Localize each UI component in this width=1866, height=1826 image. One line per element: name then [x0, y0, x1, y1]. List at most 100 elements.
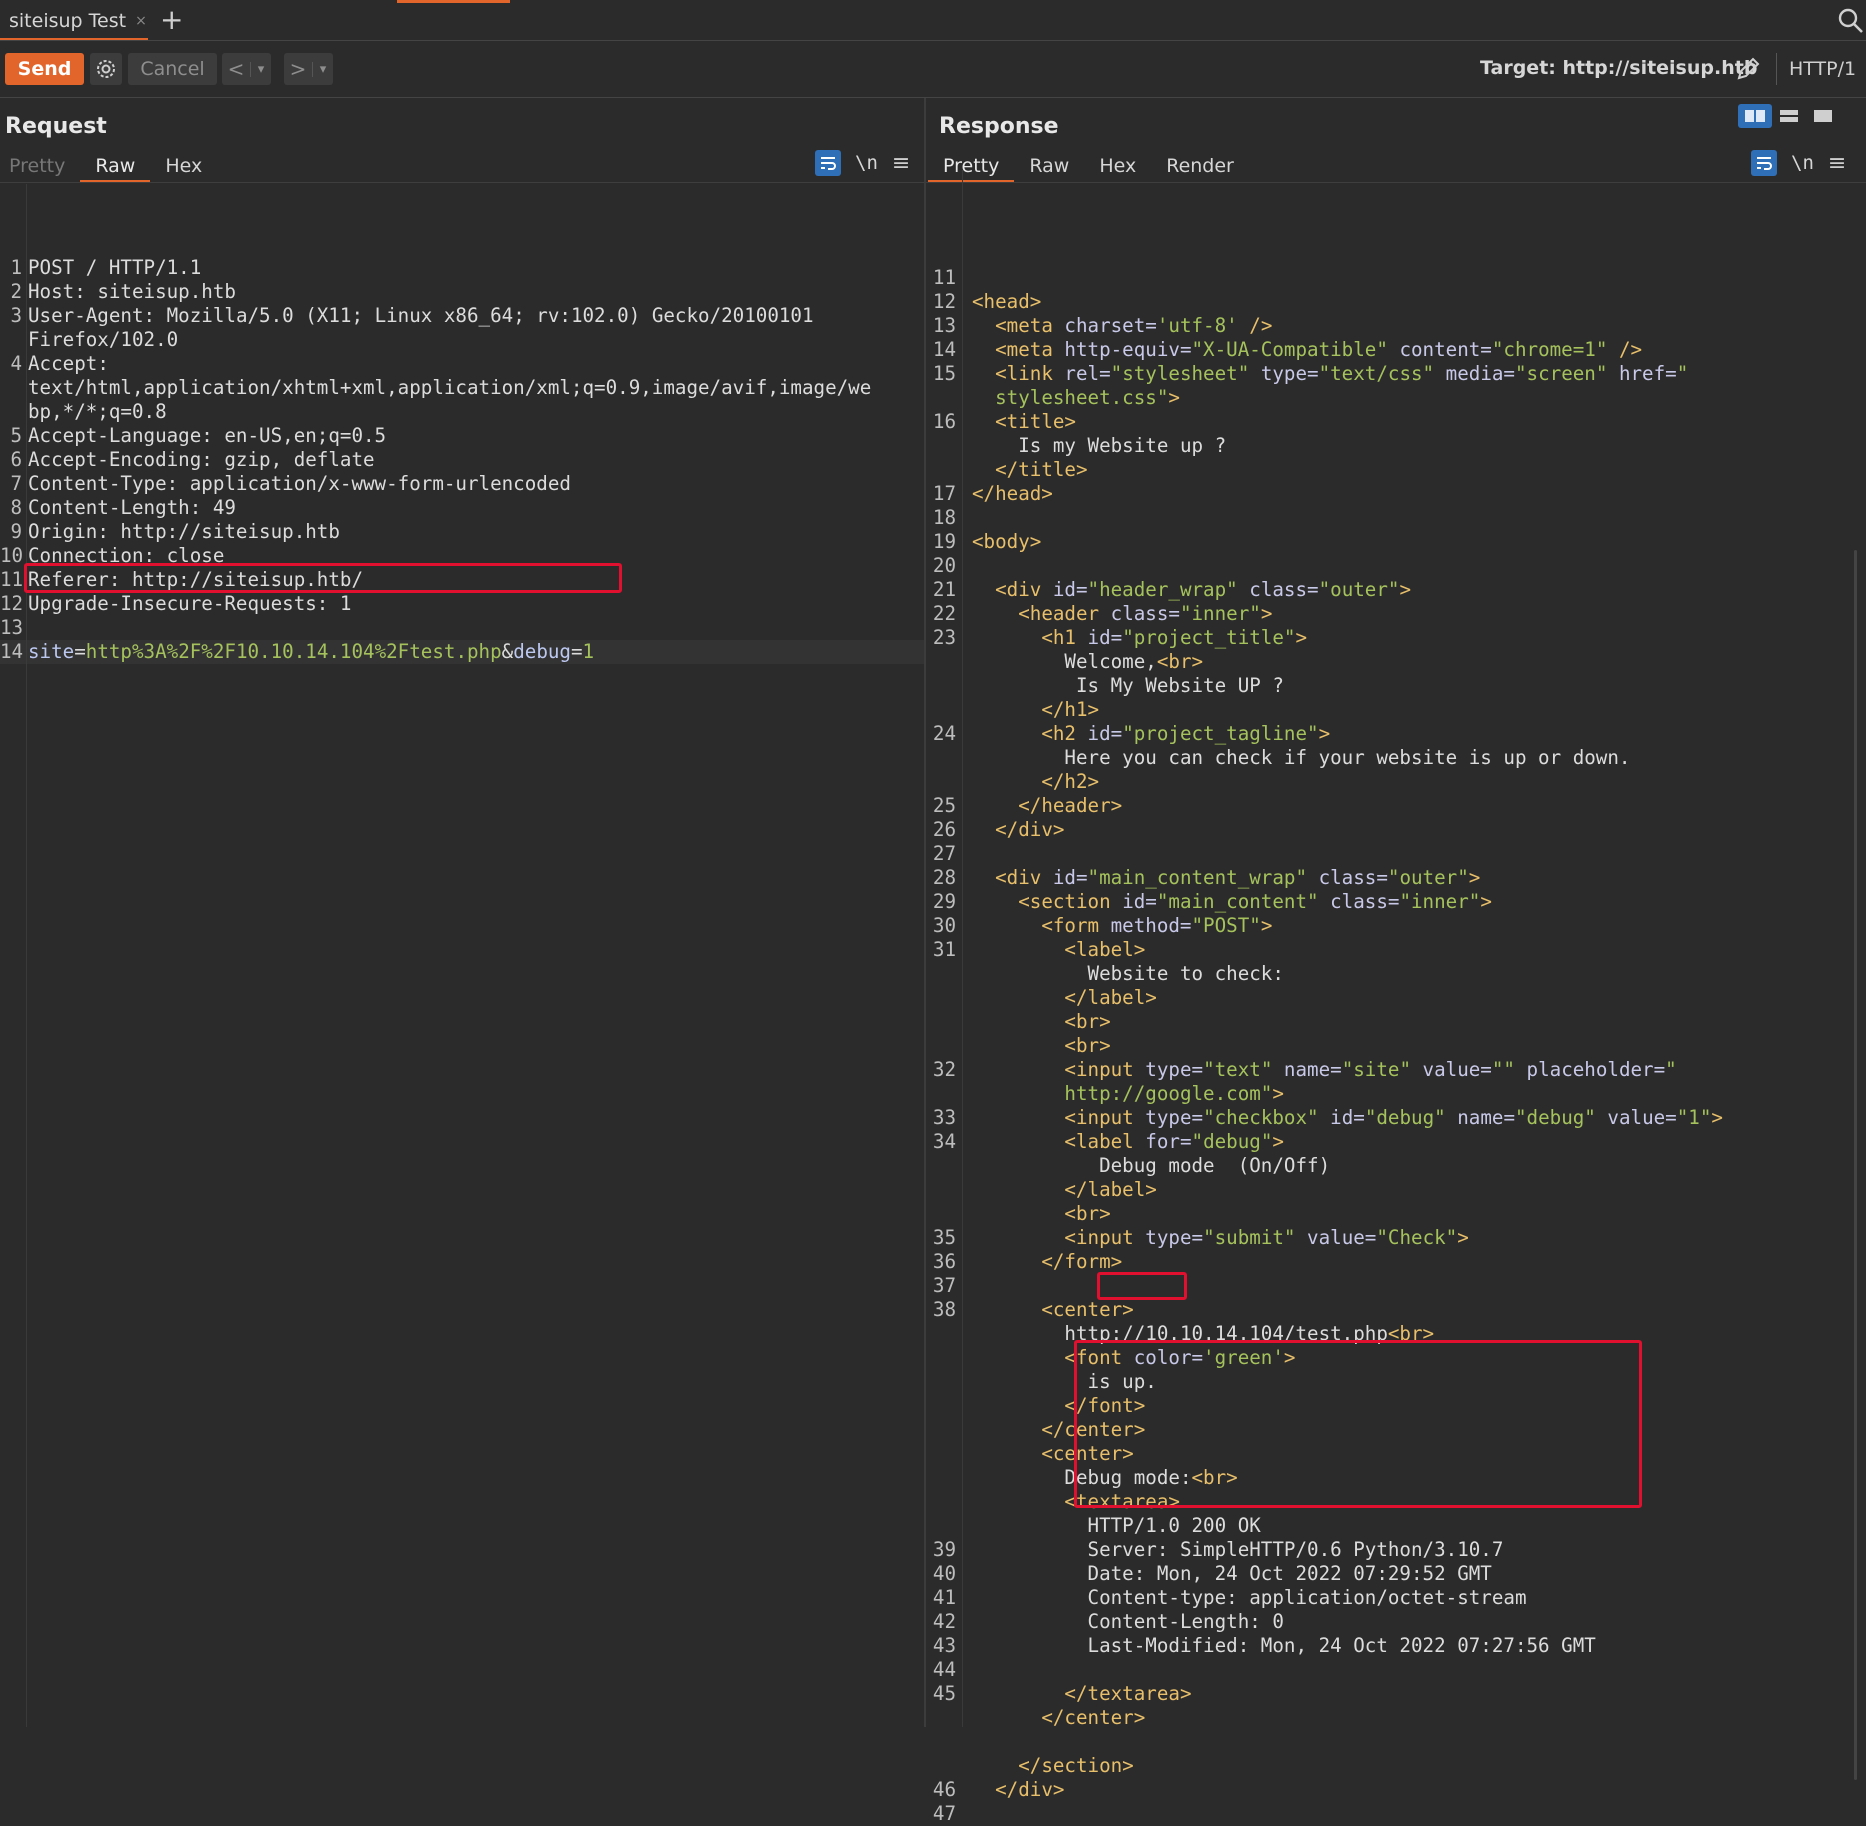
- code-line: 4 Accept:: [0, 352, 924, 376]
- token-tag: </div>: [995, 818, 1065, 841]
- http-protocol-label[interactable]: HTTP/1: [1776, 53, 1866, 85]
- line-text: </section>: [956, 1754, 1866, 1778]
- line-number: 8: [10, 496, 22, 519]
- show-newlines-icon[interactable]: \n: [855, 152, 878, 174]
- request-tab-hex[interactable]: Hex: [150, 152, 217, 180]
- line-text: stylesheet.css">: [956, 386, 1866, 410]
- word-wrap-icon[interactable]: [815, 150, 841, 176]
- line-number: 31: [932, 938, 956, 961]
- line-text: Last-Modified: Mon, 24 Oct 2022 07:27:56…: [956, 1634, 1866, 1658]
- code-line: 29 <section id="main_content" class="inn…: [926, 890, 1866, 914]
- token-attr: id=: [1087, 722, 1123, 745]
- code-line: 1 POST / HTTP/1.1: [0, 256, 924, 280]
- code-line: http://google.com">: [926, 1082, 1866, 1106]
- request-tab-pretty[interactable]: Pretty: [0, 152, 80, 180]
- code-line: <br>: [926, 1202, 1866, 1226]
- tab-siteisup-test[interactable]: siteisup Test ×: [0, 4, 148, 40]
- back-dropdown-icon[interactable]: ▾: [250, 61, 271, 77]
- code-line: 17 </head>: [926, 482, 1866, 506]
- line-number: 28: [932, 866, 956, 889]
- token-val: "stylesheet": [1110, 362, 1250, 385]
- tab-close-icon[interactable]: ×: [135, 13, 147, 29]
- token-attr: name=: [1272, 1058, 1342, 1081]
- edit-target-pencil-icon[interactable]: [1733, 54, 1763, 84]
- layout-side-by-side-icon[interactable]: [1738, 104, 1772, 128]
- line-number: [926, 1010, 956, 1034]
- back-button-group[interactable]: < ▾: [222, 53, 271, 85]
- token-tag: <section: [1018, 890, 1123, 913]
- response-scrollbar[interactable]: [1854, 550, 1857, 1780]
- line-text: <label for="debug">: [956, 1130, 1866, 1154]
- menu-icon[interactable]: ≡: [892, 151, 910, 176]
- code-line: 39 Server: SimpleHTTP/0.6 Python/3.10.7: [926, 1538, 1866, 1562]
- code-line: 35 <input type="submit" value="Check">: [926, 1226, 1866, 1250]
- line-number: 13: [0, 616, 24, 639]
- token-tag: >: [1260, 914, 1273, 937]
- layout-tabs-icon[interactable]: [1806, 104, 1840, 128]
- token-val: "main_content": [1156, 890, 1319, 913]
- line-text: <label>: [956, 938, 1866, 962]
- line-text: <h2 id="project_tagline">: [956, 722, 1866, 746]
- request-editor[interactable]: 1 POST / HTTP/1.1 2 Host: siteisup.htb 3 User…: [0, 184, 924, 1727]
- token-tag: />: [1607, 338, 1643, 361]
- line-text: Is My Website UP ?: [956, 674, 1866, 698]
- line-text: Upgrade-Insecure-Requests: 1: [22, 592, 924, 616]
- line-number: 6: [10, 448, 22, 471]
- token-val: "project_tagline": [1122, 722, 1319, 745]
- header-value: : 1: [316, 592, 352, 615]
- cancel-button[interactable]: Cancel: [128, 53, 217, 85]
- code-line: Debug mode (On/Off): [926, 1154, 1866, 1178]
- code-line: 45 </textarea>: [926, 1682, 1866, 1706]
- token-tag: <meta: [995, 314, 1065, 337]
- line-number: [926, 434, 956, 458]
- line-text: </div>: [956, 818, 1866, 842]
- token-tag: >: [1318, 722, 1331, 745]
- line-number: 11: [932, 266, 956, 289]
- code-line: 13: [0, 616, 924, 640]
- line-text: </header>: [956, 794, 1866, 818]
- settings-button[interactable]: [90, 53, 122, 85]
- layout-stacked-icon[interactable]: [1772, 104, 1806, 128]
- token-val: "outer": [1387, 866, 1469, 889]
- code-line: 42 Content-Length: 0: [926, 1610, 1866, 1634]
- token-attr: id=: [1052, 578, 1088, 601]
- line-text: Content-Length: 0: [956, 1610, 1866, 1634]
- code-line: <br>: [926, 1010, 1866, 1034]
- token-val: "site": [1341, 1058, 1411, 1081]
- search-icon[interactable]: [1836, 6, 1866, 36]
- token-attr: type=: [1145, 1058, 1204, 1081]
- token-val: "inner": [1399, 890, 1481, 913]
- code-line: 5 Accept-Language: en-US,en;q=0.5: [0, 424, 924, 448]
- forward-arrow-icon[interactable]: >: [284, 57, 312, 81]
- line-text: <div id="header_wrap" class="outer">: [956, 578, 1866, 602]
- code-line: 18: [926, 506, 1866, 530]
- code-line: 27: [926, 842, 1866, 866]
- forward-dropdown-icon[interactable]: ▾: [312, 61, 333, 77]
- request-tab-raw[interactable]: Raw: [80, 152, 151, 183]
- request-body-line[interactable]: 14 site=http%3A%2F%2F10.10.14.104%2Ftest.…: [0, 640, 924, 664]
- line-text: <meta http-equiv="X-UA-Compatible" conte…: [956, 338, 1866, 362]
- code-line: </h2>: [926, 770, 1866, 794]
- line-text: [956, 1730, 1866, 1754]
- token-attr: class=: [1110, 602, 1180, 625]
- line-number: 40: [932, 1562, 956, 1585]
- send-button[interactable]: Send: [5, 53, 84, 85]
- token-val: "header_wrap": [1087, 578, 1238, 601]
- response-editor[interactable]: 11 12 <head> 13 <meta charset='utf-8' /> 14 …: [926, 170, 1866, 1825]
- line-text: Content-Length: 49: [22, 496, 924, 520]
- forward-button-group[interactable]: > ▾: [284, 53, 333, 85]
- header-value: : gzip, deflate: [201, 448, 375, 471]
- code-line: 21 <div id="header_wrap" class="outer">: [926, 578, 1866, 602]
- header-name: Accept-Encoding: [28, 448, 202, 471]
- line-text: site=http%3A%2F%2F10.10.14.104%2Ftest.ph…: [22, 640, 924, 664]
- token-attr: id=: [1087, 626, 1123, 649]
- token-tag: >: [1480, 890, 1492, 913]
- line-text: <input type="submit" value="Check">: [956, 1226, 1866, 1250]
- request-editor-tools: \n ≡: [815, 150, 910, 176]
- token-tag: />: [1237, 314, 1273, 337]
- token-tag: >: [1399, 578, 1412, 601]
- add-tab-icon[interactable]: +: [160, 3, 183, 36]
- line-number: [926, 1178, 956, 1202]
- line-number: [926, 1154, 956, 1178]
- back-arrow-icon[interactable]: <: [222, 57, 250, 81]
